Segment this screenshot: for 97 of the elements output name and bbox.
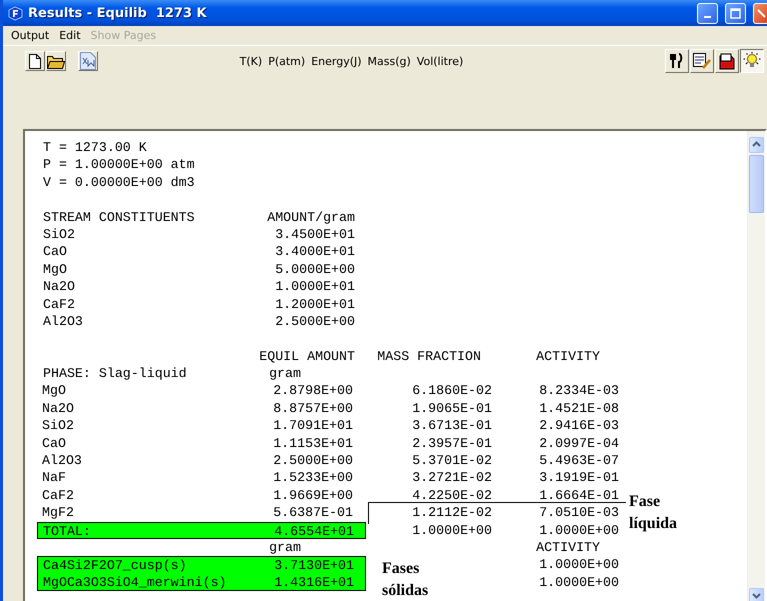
condition-line: T = 1273.00 K — [43, 139, 147, 156]
table-cell-text: 5.6387E-01 — [272, 504, 353, 522]
table-cell-text: Ca4Si2F2O7_cusp(s) — [43, 557, 188, 574]
table-cell-text: 2.0997E-04 — [538, 434, 619, 452]
unit-label[interactable]: Mass(g) — [368, 54, 411, 68]
table-cell-text: 1.9065E-01 — [411, 400, 492, 418]
table-cell-text: 1.0000E+00 — [538, 522, 619, 539]
table-cell-text: Al2O3 — [42, 452, 83, 470]
unit-label[interactable]: Energy(J) — [311, 54, 362, 68]
unit-label[interactable]: P(atm) — [268, 54, 306, 68]
unit-label[interactable]: T(K) — [240, 54, 262, 68]
book-icon — [719, 52, 735, 70]
table-cell-text: 5.0000E+00 — [274, 260, 355, 278]
menu-item[interactable]: Edit — [54, 28, 86, 43]
table-cell-text: CaO — [43, 243, 68, 261]
fork-knife-icon — [669, 53, 685, 69]
scroll-down-button[interactable] — [749, 588, 764, 601]
maximize-button[interactable] — [725, 2, 746, 24]
export-button[interactable] — [78, 51, 98, 71]
table-cell-text: 3.2721E-02 — [411, 469, 492, 487]
column-header: ACTIVITY — [535, 538, 602, 556]
table-cell-text: 1.2000E+01 — [274, 296, 355, 313]
column-header: AMOUNT/gram — [266, 208, 355, 226]
table-cell-text: 8.8757E+00 — [272, 400, 353, 418]
table-cell-text: Al2O3 — [43, 312, 84, 330]
column-header: MASS FRACTION — [376, 348, 481, 366]
table-cell-text: 3.6713E-01 — [411, 417, 492, 435]
table-cell-text: CaF2 — [43, 296, 76, 313]
table-cell-text: SiO2 — [43, 226, 76, 244]
table-cell-text: 1.4316E+01 — [273, 574, 354, 590]
table-cell-text: 1.0000E+01 — [274, 278, 355, 296]
annotation-text: Fases sólidas — [382, 559, 430, 601]
table-cell-text: 3.4500E+01 — [274, 226, 355, 244]
minimize-button[interactable] — [697, 2, 718, 24]
column-header: STREAM CONSTITUENTS — [43, 208, 196, 226]
table-cell-text: 5.3701E-02 — [411, 452, 492, 470]
table-cell-text: CaF2 — [42, 486, 75, 504]
table-cell-text: MgF2 — [42, 504, 75, 522]
table-cell-text: MgOCa3O3SiO4_merwini(s) — [43, 574, 228, 590]
table-cell-text: 7.0510E-03 — [538, 504, 619, 522]
table-cell-text: 2.3957E-01 — [411, 434, 492, 452]
table-cell-text: 8.2334E-03 — [538, 382, 619, 400]
open-button[interactable] — [46, 51, 66, 71]
close-button[interactable] — [753, 2, 767, 24]
table-cell-text: 1.0000E+00 — [538, 556, 619, 574]
table-cell-text: 1.5233E+00 — [272, 469, 353, 487]
scroll-thumb[interactable] — [749, 155, 764, 213]
unit-label: gram — [268, 365, 302, 382]
unit-label: gram — [268, 538, 302, 556]
app-logo-icon — [8, 6, 23, 20]
table-cell-text: 2.8798E+00 — [272, 382, 353, 400]
table-cell-text: 3.4000E+01 — [274, 243, 355, 261]
notepad-pencil-icon — [693, 52, 711, 70]
condition-line: V = 0.00000E+00 dm3 — [43, 174, 195, 192]
blank-page-icon — [29, 54, 41, 68]
unit-label[interactable]: Vol(litre) — [416, 54, 464, 68]
column-header: EQUIL AMOUNT — [258, 348, 355, 366]
scrollbar[interactable] — [747, 131, 765, 601]
table-cell-text: 2.5000E+00 — [272, 452, 353, 470]
close-icon — [756, 8, 766, 18]
table-cell-text: 5.4963E-07 — [538, 452, 619, 470]
table-cell-text: Na2O — [42, 400, 75, 418]
table-cell-text: NaF — [42, 469, 67, 487]
table-cell-text: 1.9669E+00 — [272, 486, 353, 504]
minimize-icon — [704, 16, 711, 18]
table-cell-text: 1.6664E-01 — [538, 486, 619, 504]
menu-item[interactable]: Output — [6, 28, 54, 43]
condition-line: P = 1.00000E+00 atm — [43, 156, 195, 174]
folder-icon — [47, 54, 65, 68]
table-cell-text: 4.6554E+01 — [273, 522, 354, 538]
table-cell-text: 1.4521E-08 — [538, 400, 619, 418]
maximize-icon — [730, 8, 741, 18]
table-cell-text: 3.1919E-01 — [538, 469, 619, 487]
table-cell-text: 2.9416E-03 — [538, 417, 619, 435]
table-cell-text: CaO — [42, 434, 67, 452]
table-cell-text: 1.2112E-02 — [411, 504, 492, 522]
table-cell-text: 3.7130E+01 — [273, 557, 354, 574]
scroll-up-button[interactable] — [749, 137, 764, 153]
table-cell-text: 1.7091E+01 — [272, 417, 353, 435]
table-cell-text: 2.5000E+00 — [274, 312, 355, 330]
table-cell-text: MgO — [43, 260, 68, 278]
annotation-text: Fase líquida — [629, 492, 678, 534]
table-cell-text: SiO2 — [42, 417, 75, 435]
table-cell-text: MgO — [42, 382, 67, 400]
table-cell-text: 1.0000E+00 — [538, 574, 619, 592]
table-cell-text: 6.1860E-02 — [411, 382, 492, 400]
table-cell-text: TOTAL: — [43, 522, 92, 538]
new-button[interactable] — [25, 51, 45, 71]
table-cell-text: 1.0000E+00 — [411, 522, 492, 539]
light-bulb-icon — [743, 52, 761, 70]
column-header: ACTIVITY — [535, 348, 602, 366]
window-title: Results - Equilib 1273 K — [28, 6, 208, 20]
table-cell-text: 4.2250E-02 — [411, 486, 492, 504]
document-icon — [80, 52, 96, 70]
phase-title: PHASE: Slag-liquid — [43, 365, 188, 382]
table-cell-text: Na2O — [43, 278, 76, 296]
table-cell-text: 1.1153E+01 — [272, 434, 353, 452]
